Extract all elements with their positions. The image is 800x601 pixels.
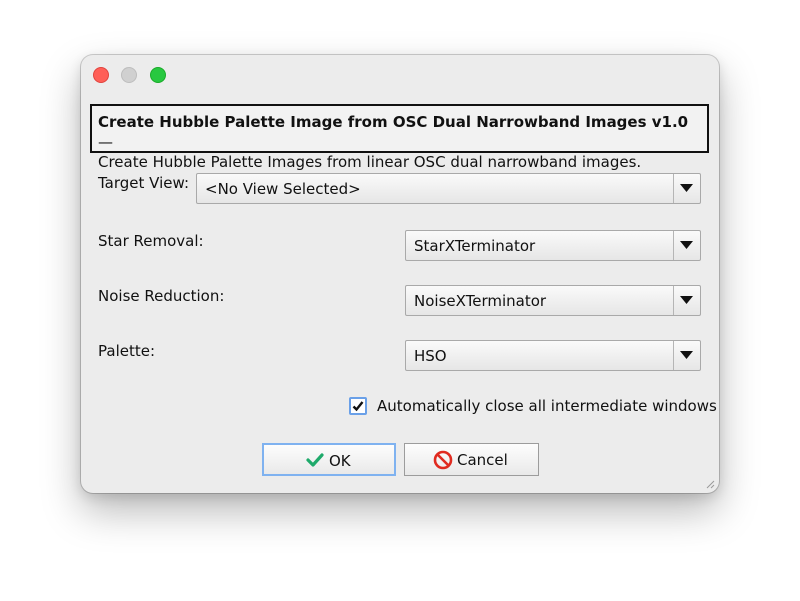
star-removal-combo[interactable]: StarXTerminator	[405, 230, 701, 261]
prohibited-icon	[433, 450, 453, 474]
noise-reduction-combo[interactable]: NoiseXTerminator	[405, 285, 701, 316]
target-view-value: <No View Selected>	[205, 180, 361, 198]
cancel-label: Cancel	[457, 451, 508, 469]
ok-label: OK	[329, 452, 351, 470]
title-dash: —	[98, 133, 113, 151]
window-close-icon[interactable]	[93, 67, 109, 83]
target-view-combo[interactable]: <No View Selected>	[196, 173, 701, 204]
auto-close-label[interactable]: Automatically close all intermediate win…	[377, 397, 717, 415]
noise-reduction-label: Noise Reduction:	[98, 287, 225, 305]
auto-close-checkbox[interactable]	[349, 397, 367, 415]
triangle-down-icon	[673, 174, 700, 203]
ok-button[interactable]: OK	[262, 443, 396, 476]
target-view-label: Target View:	[98, 174, 190, 192]
cancel-button[interactable]: Cancel	[404, 443, 539, 476]
checkmark-icon	[306, 452, 324, 472]
star-removal-label: Star Removal:	[98, 232, 204, 250]
window-minimize-icon[interactable]	[121, 67, 137, 83]
triangle-down-icon	[673, 231, 700, 260]
star-removal-value: StarXTerminator	[414, 237, 536, 255]
script-info-box: Create Hubble Palette Image from OSC Dua…	[90, 104, 709, 171]
palette-value: HSO	[414, 347, 447, 365]
window-zoom-icon[interactable]	[150, 67, 166, 83]
resize-grip-icon[interactable]	[705, 479, 715, 489]
dialog-window: Create Hubble Palette Image from OSC Dua…	[81, 55, 719, 493]
script-title: Create Hubble Palette Image from OSC Dua…	[98, 113, 689, 131]
triangle-down-icon	[673, 341, 700, 370]
checkmark-icon	[352, 401, 364, 412]
noise-reduction-value: NoiseXTerminator	[414, 292, 547, 310]
script-description: Create Hubble Palette Images from linear…	[98, 153, 642, 171]
palette-combo[interactable]: HSO	[405, 340, 701, 371]
triangle-down-icon	[673, 286, 700, 315]
palette-label: Palette:	[98, 342, 156, 360]
title-bar	[81, 55, 719, 95]
